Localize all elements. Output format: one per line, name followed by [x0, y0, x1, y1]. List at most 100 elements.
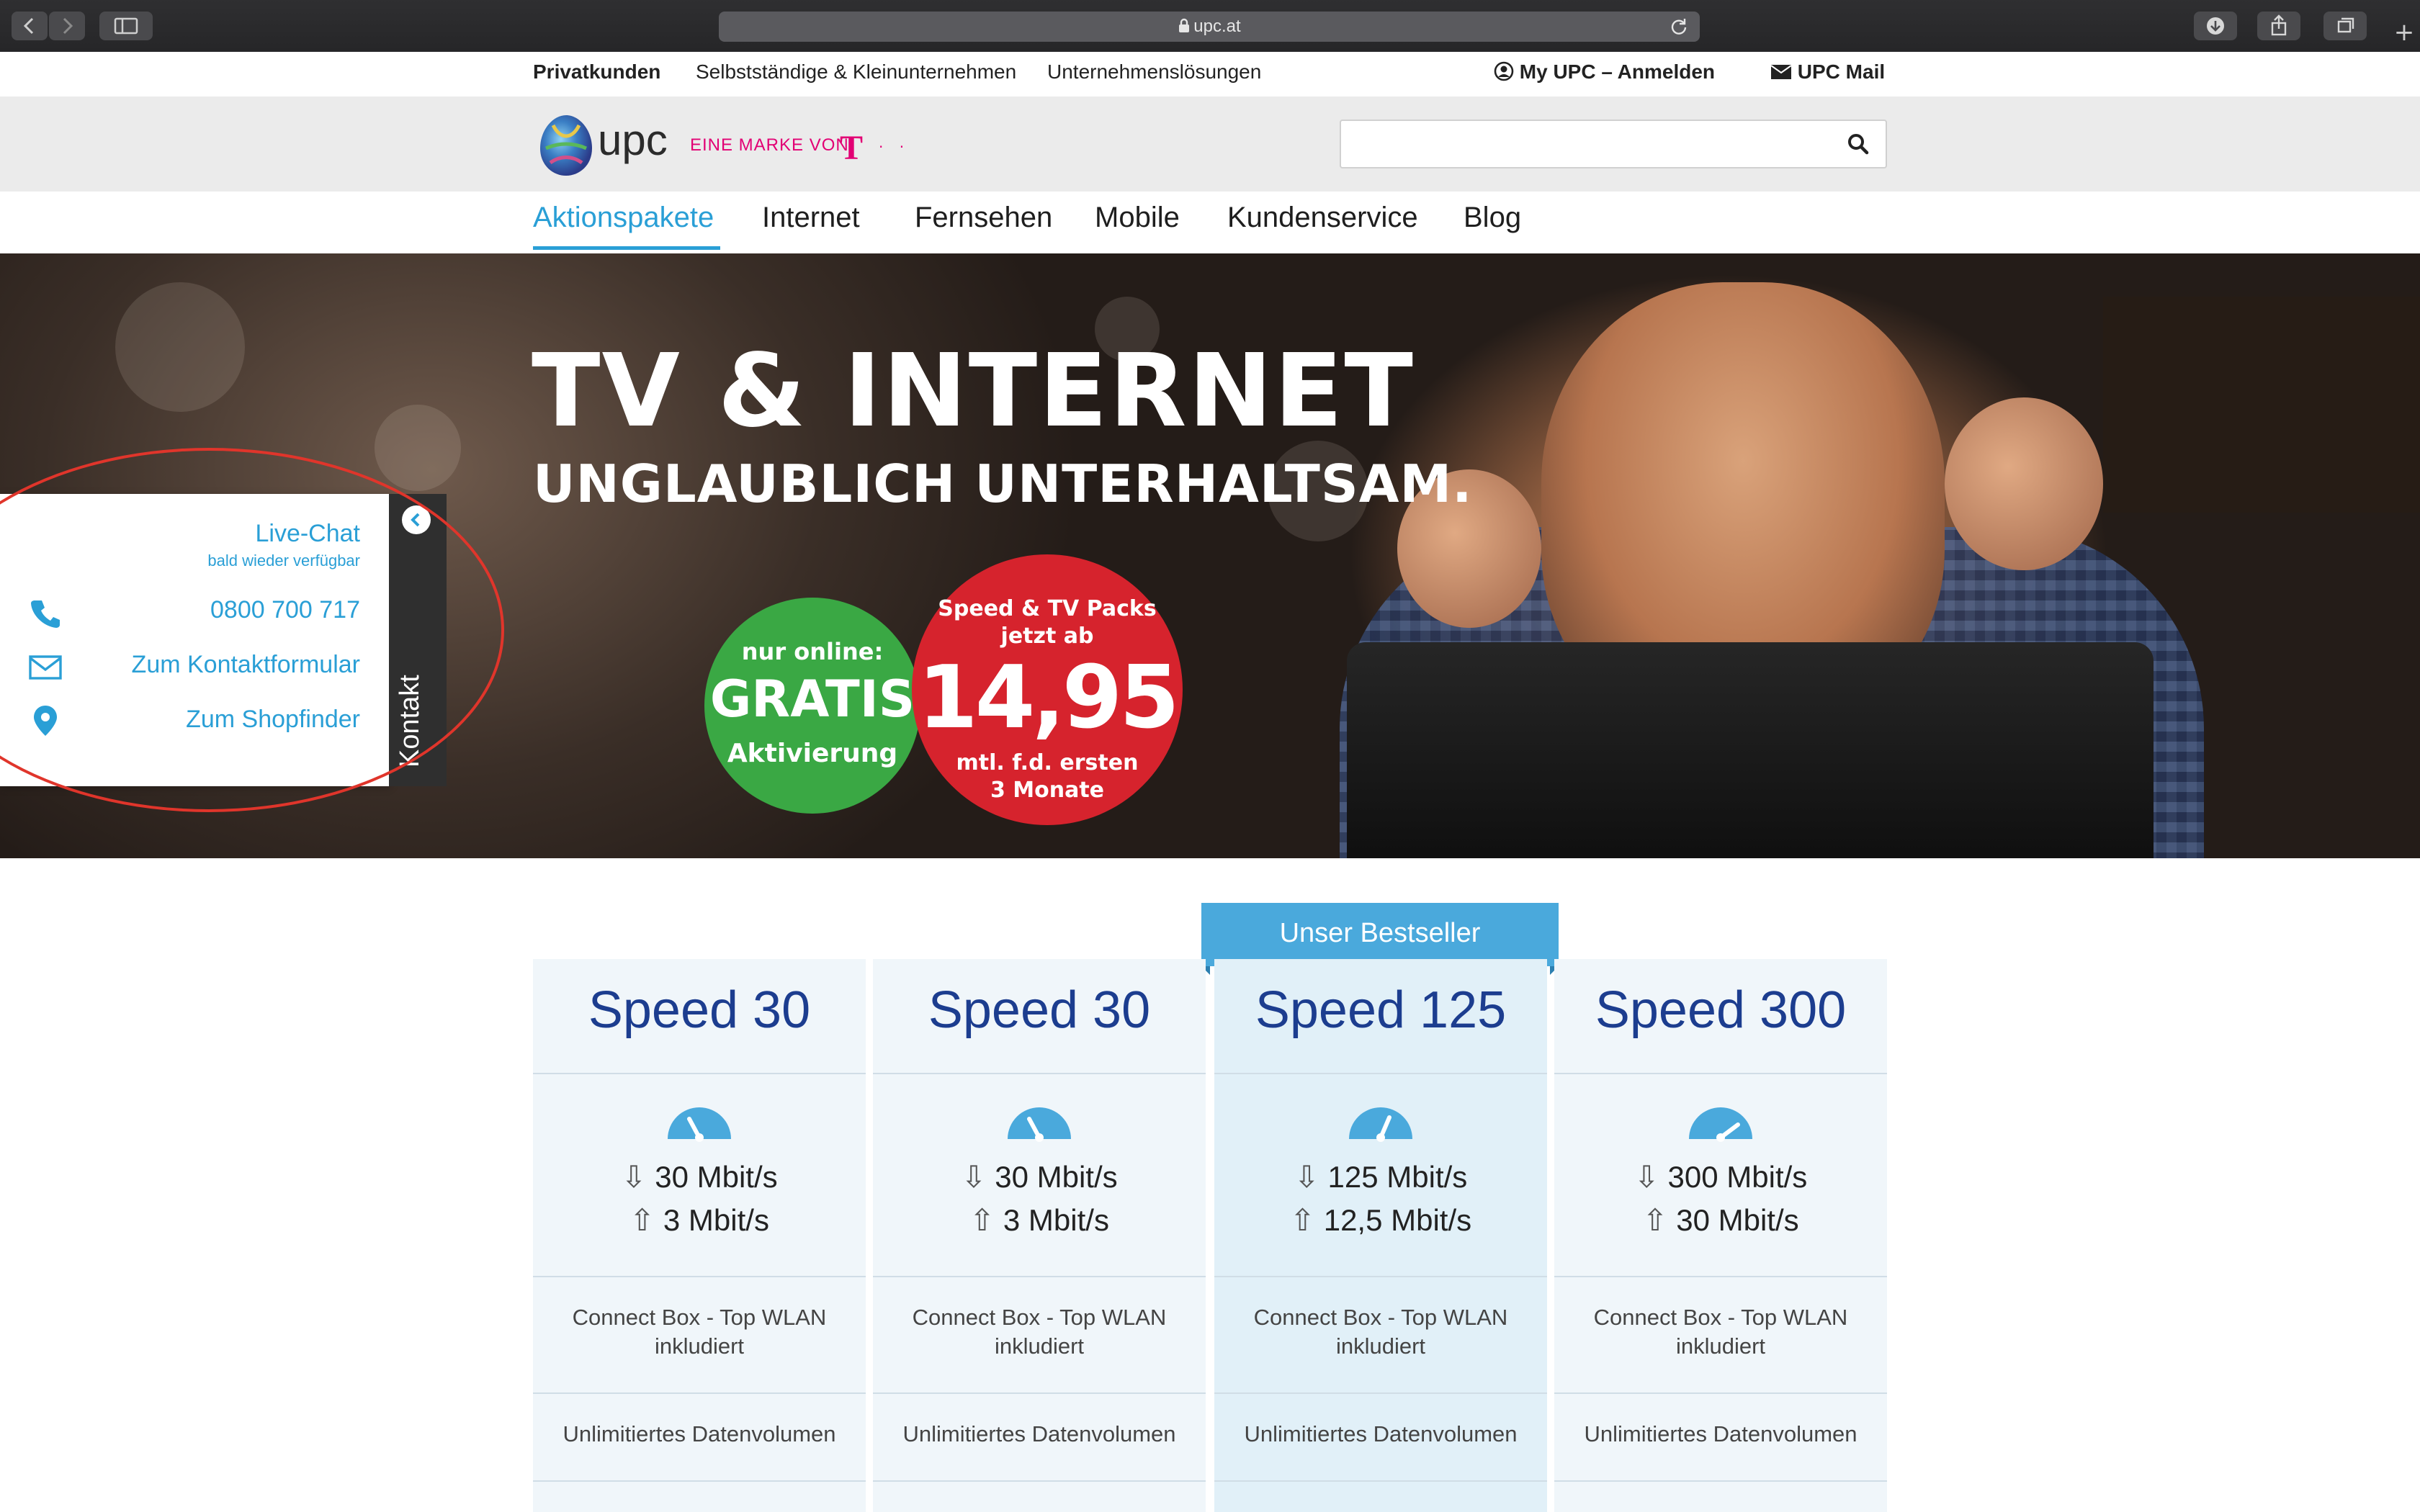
nav-fernsehen[interactable]: Fernsehen [915, 202, 1052, 234]
divider [873, 1480, 1206, 1482]
search-input[interactable] [1348, 127, 1827, 160]
chevron-left-icon [23, 17, 34, 35]
download-speed-value: 300 Mbit/s [1667, 1160, 1808, 1194]
bestseller-ribbon: Unser Bestseller [1201, 903, 1559, 975]
divider [533, 1480, 866, 1482]
nav-unternehmensloesungen[interactable]: Unternehmenslösungen [1047, 60, 1261, 84]
feature-connect-box: Connect Box - Top WLAN [1593, 1305, 1848, 1330]
utility-nav: Privatkunden Selbstständige & Kleinunter… [0, 52, 2420, 96]
tabs-overview-button[interactable] [2323, 12, 2367, 40]
plan-card[interactable]: Speed 30 ⇩ 30 Mbit/s ⇧ 3 Mbit/s Connect … [533, 959, 866, 1512]
price-badge-line1: Speed & TV Packs [938, 596, 1157, 621]
plan-title: Speed 30 [928, 981, 1151, 1039]
plan-card-bestseller[interactable]: Speed 125 ⇩ 125 Mbit/s ⇧ 12,5 Mbit/s Con… [1214, 959, 1547, 1512]
divider [1554, 1073, 1887, 1074]
nav-kundenservice[interactable]: Kundenservice [1227, 202, 1418, 234]
feature-connect-box: Connect Box - Top WLAN [1253, 1305, 1508, 1330]
contact-tab-label: Kontakt [395, 675, 425, 768]
address-bar[interactable]: upc.at [719, 12, 1700, 42]
share-button[interactable] [2257, 12, 2300, 40]
upc-mail-label: UPC Mail [1797, 60, 1886, 83]
chevron-left-icon[interactable] [402, 505, 431, 534]
plan-card[interactable]: Speed 300 ⇩ 300 Mbit/s ⇧ 30 Mbit/s Conne… [1554, 959, 1887, 1512]
search-icon[interactable] [1844, 130, 1873, 158]
reload-icon[interactable] [1670, 17, 1688, 36]
divider [533, 1073, 866, 1074]
main-nav: Aktionspakete Internet Fernsehen Mobile … [0, 192, 2420, 253]
gratis-badge-line2: GRATIS [709, 670, 915, 729]
envelope-icon [1770, 65, 1792, 79]
telekom-brand-line: EINE MARKE VON [690, 135, 849, 155]
shopfinder-link[interactable]: Zum Shopfinder [186, 706, 360, 734]
download-speed: ⇩ 125 Mbit/s [1214, 1159, 1547, 1194]
upload-speed-value: 30 Mbit/s [1676, 1203, 1799, 1237]
nav-blog[interactable]: Blog [1464, 202, 1521, 234]
feature-data-volume: Unlimitiertes Datenvolumen [902, 1421, 1176, 1446]
back-button[interactable] [12, 12, 48, 40]
arrow-down-icon: ⇩ [621, 1160, 647, 1194]
nav-aktionspakete[interactable]: Aktionspakete [533, 202, 714, 234]
nav-internet[interactable]: Internet [762, 202, 860, 234]
gratis-badge-line3: Aktivierung [727, 739, 898, 768]
plan-card[interactable]: Speed 30 ⇩ 30 Mbit/s ⇧ 3 Mbit/s Connect … [873, 959, 1206, 1512]
speedometer-icon [1349, 1107, 1412, 1142]
contact-form-link[interactable]: Zum Kontaktformular [132, 651, 360, 679]
arrow-up-icon: ⇧ [1289, 1203, 1316, 1237]
feature-connect-box: Connect Box - Top WLAN [912, 1305, 1167, 1330]
my-upc-login-link[interactable]: My UPC – Anmelden [1494, 60, 1715, 84]
feature-data-volume: Unlimitiertes Datenvolumen [1244, 1421, 1518, 1446]
gratis-badge-line1: nur online: [741, 638, 884, 665]
speedometer-icon [1689, 1107, 1752, 1142]
upc-logo-icon[interactable] [532, 111, 601, 180]
nav-selbststaendige[interactable]: Selbstständige & Kleinunternehmen [696, 60, 1016, 84]
upc-wordmark: upc [598, 116, 668, 164]
upload-speed: ⇧ 30 Mbit/s [1554, 1202, 1887, 1238]
forward-button[interactable] [49, 12, 85, 40]
gratis-badge: nur online: GRATIS Aktivierung [704, 598, 920, 814]
live-chat-status: bald wieder verfügbar [207, 552, 360, 570]
bokeh-light [375, 405, 461, 491]
hero-title: TV & INTERNET [532, 333, 1415, 450]
divider [1554, 1276, 1887, 1277]
divider [873, 1276, 1206, 1277]
site-header: upc EINE MARKE VON T · · [0, 96, 2420, 192]
feature-connect-box-2: inkludiert [994, 1333, 1085, 1359]
feature-data-volume: Unlimitiertes Datenvolumen [1584, 1421, 1857, 1446]
new-tab-icon[interactable]: + [2388, 13, 2420, 52]
divider [873, 1073, 1206, 1074]
hero-subtitle: UNGLAUBLICH UNTERHALTSAM. [533, 454, 1473, 514]
download-icon [2207, 17, 2224, 35]
arrow-down-icon: ⇩ [1634, 1160, 1659, 1194]
nav-privatkunden[interactable]: Privatkunden [533, 60, 660, 84]
nav-mobile[interactable]: Mobile [1095, 202, 1180, 234]
download-speed: ⇩ 30 Mbit/s [533, 1159, 866, 1194]
phone-number-link[interactable]: 0800 700 717 [210, 596, 360, 624]
my-upc-label: My UPC – Anmelden [1519, 60, 1716, 83]
download-speed: ⇩ 300 Mbit/s [1554, 1159, 1887, 1194]
upload-speed: ⇧ 3 Mbit/s [533, 1202, 866, 1238]
telekom-t-logo: T [840, 129, 864, 167]
divider [1214, 1276, 1547, 1277]
speedometer-icon [668, 1107, 731, 1142]
upc-mail-link[interactable]: UPC Mail [1770, 60, 1885, 84]
sidebar-icon [114, 17, 138, 35]
arrow-up-icon: ⇧ [969, 1203, 995, 1237]
divider [1214, 1392, 1547, 1394]
download-speed-value: 125 Mbit/s [1327, 1160, 1468, 1194]
bookshelf [2103, 297, 2420, 513]
price-badge-line3: mtl. f.d. ersten [956, 750, 1139, 775]
map-pin-icon [34, 706, 57, 736]
divider [533, 1276, 866, 1277]
laptop [1347, 642, 2154, 858]
divider [1214, 1073, 1547, 1074]
browser-toolbar: upc.at + [0, 0, 2420, 53]
url-text: upc.at [1193, 17, 1241, 36]
lock-icon [1179, 18, 1190, 32]
arrow-up-icon: ⇧ [1642, 1203, 1668, 1237]
live-chat-link[interactable]: Live-Chat [255, 520, 360, 548]
feature-connect-box-2: inkludiert [654, 1333, 745, 1359]
contact-tab[interactable]: Kontakt [389, 494, 447, 786]
sidebar-toggle-button[interactable] [99, 12, 153, 40]
downloads-button[interactable] [2194, 12, 2237, 40]
feature-data-volume: Unlimitiertes Datenvolumen [563, 1421, 836, 1446]
